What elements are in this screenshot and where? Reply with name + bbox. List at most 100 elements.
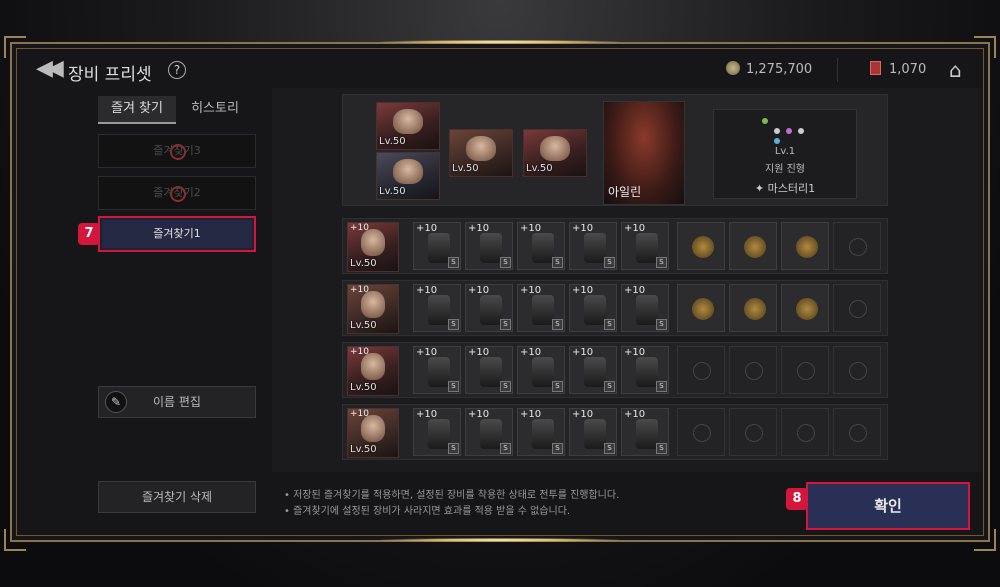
enhance-level: +10 — [624, 223, 646, 234]
enhance-level: +10 — [572, 409, 594, 420]
hero-level: Lv.50 — [526, 163, 553, 174]
gem-icon — [870, 61, 881, 75]
favorite-slot-3[interactable]: 즐겨찾기3 — [98, 134, 256, 168]
equipment-slot[interactable]: +10 S — [517, 408, 565, 456]
hero-level: Lv.50 — [452, 163, 479, 174]
empty-accessory-slot[interactable] — [833, 222, 881, 270]
accessory-slot[interactable] — [677, 222, 725, 270]
accessory-icon — [744, 298, 766, 320]
equipment-slot[interactable]: +10 S — [413, 408, 461, 456]
row-hero-portrait[interactable]: Lv.50 +10 — [347, 408, 399, 458]
delete-favorite-button[interactable]: 즐겨찾기 삭제 — [98, 481, 256, 513]
frame-glow — [380, 40, 620, 44]
hero-plus: +10 — [350, 409, 369, 419]
team-hero-portrait[interactable]: Lv.50 — [449, 129, 513, 177]
mastery-label: 마스터리1 — [767, 182, 816, 195]
equipment-icon — [636, 295, 658, 325]
enhance-level: +10 — [468, 223, 490, 234]
empty-accessory-slot[interactable] — [833, 346, 881, 394]
edit-name-label: 이름 편집 — [153, 395, 201, 409]
equipment-slot[interactable]: +10 S — [621, 284, 669, 332]
tab-history[interactable]: 히스토리 — [176, 96, 254, 124]
equipment-icon — [480, 295, 502, 325]
equipment-slot[interactable]: +10 S — [413, 222, 461, 270]
equipment-icon — [480, 419, 502, 449]
empty-accessory-slot[interactable] — [833, 408, 881, 456]
enhance-level: +10 — [624, 285, 646, 296]
gold-amount: 1,275,700 — [746, 62, 813, 77]
equipment-icon — [636, 419, 658, 449]
confirm-button[interactable]: 확인 — [806, 482, 970, 530]
grade-badge: S — [448, 443, 459, 454]
tab-favorites[interactable]: 즐겨 찾기 — [98, 96, 176, 124]
page-title: 장비 프리셋 — [68, 65, 152, 85]
grade-badge: S — [552, 443, 563, 454]
equipment-icon — [428, 233, 450, 263]
equipment-icon — [428, 419, 450, 449]
preset-main-panel: Lv.50 Lv.50 Lv.50 Lv.50 아일린 Lv.1 지원 진형 ✦… — [272, 88, 980, 472]
footer: • 저장된 즐겨찾기를 적용하면, 설정된 장비를 착용한 상태로 전투를 진행… — [272, 472, 980, 534]
empty-accessory-slot[interactable] — [833, 284, 881, 332]
equipment-slot[interactable]: +10 S — [569, 222, 617, 270]
main-hero-portrait[interactable]: 아일린 — [603, 101, 685, 205]
equipment-slot[interactable]: +10 S — [465, 408, 513, 456]
accessory-slot[interactable] — [729, 284, 777, 332]
enhance-level: +10 — [624, 409, 646, 420]
chevrons-left-icon[interactable]: ◀◀ — [36, 56, 64, 81]
hero-face — [393, 158, 423, 185]
enhance-level: +10 — [624, 347, 646, 358]
equipment-slot[interactable]: +10 S — [517, 346, 565, 394]
empty-accessory-slot[interactable] — [729, 346, 777, 394]
equipment-row: Lv.50 +10 +10 S +10 S +10 S +10 S +10 S — [342, 342, 888, 398]
equipment-slot[interactable]: +10 S — [621, 408, 669, 456]
formation-mastery: ✦ 마스터리1 — [714, 180, 856, 196]
equipment-icon — [584, 357, 606, 387]
equipment-slot[interactable]: +10 S — [465, 284, 513, 332]
formation-name: 지원 진형 — [765, 164, 805, 175]
favorite-slot-1[interactable]: 즐겨찾기1 — [98, 216, 256, 252]
hero-plus: +10 — [350, 285, 369, 295]
accessory-icon — [849, 424, 867, 442]
accessory-icon — [849, 300, 867, 318]
accessory-icon — [745, 424, 763, 442]
accessory-slot[interactable] — [729, 222, 777, 270]
empty-accessory-slot[interactable] — [677, 346, 725, 394]
edit-name-button[interactable]: ✎ 이름 편집 — [98, 386, 256, 418]
equipment-slot[interactable]: +10 S — [413, 284, 461, 332]
team-hero-portrait[interactable]: Lv.50 — [376, 102, 440, 150]
help-icon[interactable]: ? — [168, 61, 186, 79]
accessory-slot[interactable] — [781, 284, 829, 332]
hero-level: Lv.50 — [350, 320, 377, 331]
equipment-slot[interactable]: +10 S — [413, 346, 461, 394]
equipment-slot[interactable]: +10 S — [465, 346, 513, 394]
equipment-slot[interactable]: +10 S — [569, 408, 617, 456]
row-hero-portrait[interactable]: Lv.50 +10 — [347, 222, 399, 272]
accessory-slot[interactable] — [677, 284, 725, 332]
accessory-slot[interactable] — [781, 222, 829, 270]
equipment-slot[interactable]: +10 S — [569, 346, 617, 394]
equipment-icon — [584, 295, 606, 325]
equipment-slot[interactable]: +10 S — [517, 222, 565, 270]
enhance-level: +10 — [520, 285, 542, 296]
empty-accessory-slot[interactable] — [781, 408, 829, 456]
equipment-slot[interactable]: +10 S — [517, 284, 565, 332]
empty-accessory-slot[interactable] — [729, 408, 777, 456]
enhance-level: +10 — [520, 223, 542, 234]
equipment-slot[interactable]: +10 S — [621, 222, 669, 270]
equipment-slot[interactable]: +10 S — [569, 284, 617, 332]
home-icon[interactable]: ⌂ — [949, 58, 969, 82]
equipment-icon — [532, 419, 554, 449]
favorite-slot-2[interactable]: 즐겨찾기2 — [98, 176, 256, 210]
equipment-slot[interactable]: +10 S — [465, 222, 513, 270]
empty-accessory-slot[interactable] — [781, 346, 829, 394]
note-line: • 즐겨찾기에 설정된 장비가 사라지면 효과를 적용 받을 수 없습니다. — [284, 506, 571, 517]
equipment-slot[interactable]: +10 S — [621, 346, 669, 394]
step-badge: 7 — [78, 223, 100, 245]
empty-accessory-slot[interactable] — [677, 408, 725, 456]
grade-badge: S — [448, 319, 459, 330]
row-hero-portrait[interactable]: Lv.50 +10 — [347, 284, 399, 334]
formation-card[interactable]: Lv.1 지원 진형 ✦ 마스터리1 — [713, 109, 857, 199]
team-hero-portrait[interactable]: Lv.50 — [523, 129, 587, 177]
row-hero-portrait[interactable]: Lv.50 +10 — [347, 346, 399, 396]
team-hero-portrait[interactable]: Lv.50 — [376, 152, 440, 200]
